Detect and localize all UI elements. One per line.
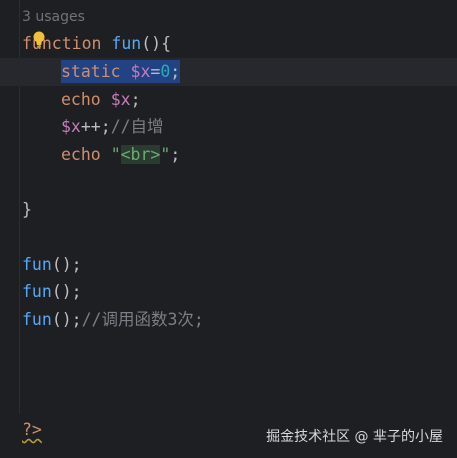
code-line-5[interactable]: echo "<br>"; [61,141,180,169]
usages-hint[interactable]: 3 usages [22,4,85,30]
code-line-11[interactable]: fun();//调用函数3次; [22,306,204,334]
number-literal: 0 [160,62,171,81]
watermark-text: 掘金技术社区 @ 芈子的小屋 [266,429,443,445]
keyword-echo: echo [61,90,101,109]
code-line-9[interactable]: fun(); [22,251,82,279]
variable: $x [110,90,131,109]
function-call: fun [22,255,52,274]
function-name: fun [111,34,142,53]
closing-brace: } [22,200,32,219]
semicolon: ; [170,62,181,81]
semicolon: ; [130,90,141,109]
lightbulb-icon[interactable] [32,31,46,49]
semicolon: ; [170,145,181,164]
string-quote: " [110,145,121,164]
comment: //自增 [110,117,164,136]
code-line-7[interactable]: } [22,196,32,224]
code-line-2[interactable]: static $x=0; [61,58,181,86]
punctuation: (); [51,282,82,301]
operator: = [150,62,161,81]
variable: $x [61,117,81,136]
function-call: fun [22,282,52,301]
punctuation: (){ [141,34,172,53]
code-editor[interactable]: 3 usages function fun(){ static $x=0; ec… [0,0,457,458]
string-quote: " [160,145,171,164]
variable: $x [130,62,151,81]
comment: //调用函数3次; [81,310,204,329]
code-line-15[interactable]: ?> [22,416,42,444]
text-selection: static $x=0; [61,60,181,83]
php-close-tag: ?> [22,420,42,439]
operator: ++; [80,117,111,136]
code-line-10[interactable]: fun(); [22,278,82,306]
punctuation: (); [51,310,82,329]
code-line-4[interactable]: $x++;//自增 [61,113,164,141]
html-tag-string: <br> [120,145,161,164]
punctuation: (); [51,255,82,274]
code-line-3[interactable]: echo $x; [61,86,141,114]
function-call: fun [22,310,52,329]
keyword-static: static [61,62,121,81]
keyword-echo: echo [61,145,101,164]
